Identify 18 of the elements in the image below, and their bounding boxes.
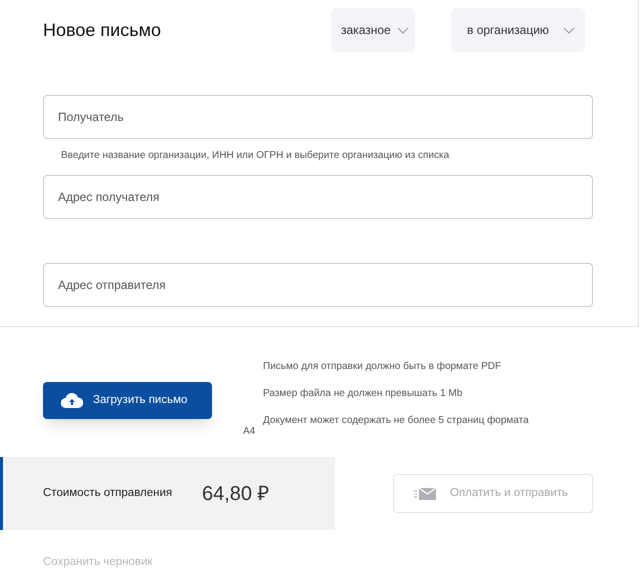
page-title: Новое письмо — [43, 18, 162, 42]
dropdown[interactable]: заказное — [331, 8, 415, 52]
dropdown[interactable]: в организацию — [451, 8, 585, 52]
rule-text: Письмо для отправки должно быть в формате PDF — [263, 361, 502, 373]
envelope-icon — [414, 488, 436, 500]
rule-text: Документ может содержать не более 5 страниц формата — [263, 415, 530, 427]
cost-price: 64,80 ₽ — [202, 482, 270, 506]
chevron-down-icon — [397, 26, 409, 34]
text-field[interactable]: Получатель — [43, 95, 593, 139]
field-hint: Введите название организации, ИНН или ОГРН и выберите организацию из списка — [60, 150, 450, 162]
text-field[interactable]: Адрес получателя — [43, 175, 593, 219]
rule-text: Размер файла не должен превышать 1 Mb — [263, 388, 464, 400]
cloud-upload-icon — [61, 393, 83, 408]
cost-label: Стоимость отправления — [43, 486, 174, 501]
upload-button[interactable]: Загрузить письмо — [43, 382, 212, 419]
chevron-down-icon — [563, 26, 575, 34]
text-field[interactable]: Адрес отправителя — [43, 263, 593, 307]
rule-text: A4 — [243, 426, 256, 438]
